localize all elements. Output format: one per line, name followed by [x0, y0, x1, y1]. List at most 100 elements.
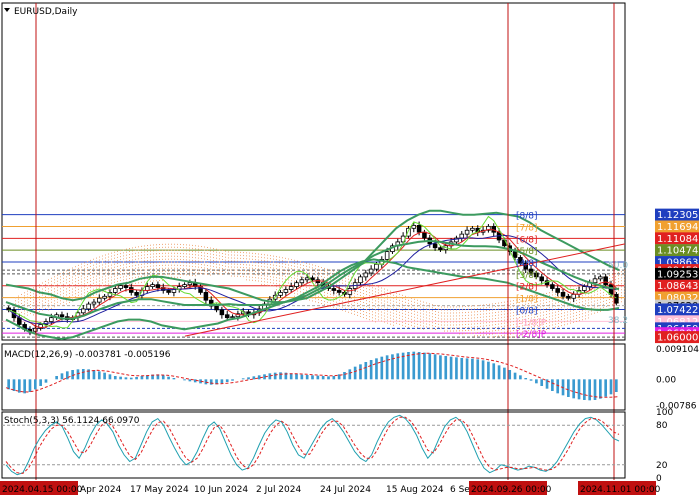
cloud-dot: [486, 331, 487, 333]
cloud-dot: [102, 291, 103, 293]
cloud-dot: [564, 318, 565, 320]
cloud-dot: [372, 302, 373, 304]
cloud-dot: [450, 330, 451, 332]
cloud-dot: [255, 268, 256, 270]
cloud-dot: [150, 259, 151, 261]
cloud-dot: [417, 308, 418, 310]
cloud-dot: [66, 273, 67, 275]
cloud-dot: [420, 321, 421, 323]
cloud-dot: [252, 270, 253, 272]
cloud-dot: [342, 279, 343, 281]
cloud-dot: [144, 248, 145, 250]
cloud-dot: [327, 268, 328, 270]
cloud-dot: [408, 326, 409, 328]
candle-body: [368, 268, 374, 274]
cloud-dot: [246, 279, 247, 281]
cloud-dot: [312, 285, 313, 287]
cloud-dot: [168, 243, 169, 245]
cloud-dot: [171, 258, 172, 260]
cloud-dot: [408, 323, 409, 325]
cloud-dot: [111, 282, 112, 284]
cloud-dot: [396, 301, 397, 303]
candle-body: [118, 285, 123, 289]
candle-body: [166, 290, 171, 293]
cloud-dot: [39, 284, 40, 286]
cloud-dot: [111, 264, 112, 266]
cloud-dot: [408, 314, 409, 316]
cloud-dot: [372, 284, 373, 286]
cloud-dot: [396, 316, 397, 318]
cloud-dot: [51, 283, 52, 285]
cloud-dot: [459, 327, 460, 329]
cloud-dot: [27, 296, 28, 298]
cloud-dot: [600, 304, 601, 306]
cloud-dot: [582, 304, 583, 306]
cloud-dot: [354, 301, 355, 303]
cloud-dot: [435, 313, 436, 315]
cloud-dot: [159, 250, 160, 252]
cloud-dot: [597, 302, 598, 304]
cloud-dot: [201, 258, 202, 260]
cloud-dot: [438, 326, 439, 328]
cloud-dot: [585, 294, 586, 296]
cloud-dot: [270, 285, 271, 287]
cloud-dot: [402, 324, 403, 326]
cloud-dot: [498, 311, 499, 313]
cloud-dot: [459, 315, 460, 317]
candle-body: [187, 282, 193, 286]
cloud-dot: [204, 261, 205, 263]
cloud-dot: [87, 273, 88, 275]
cloud-dot: [234, 269, 235, 271]
cloud-dot: [234, 254, 235, 256]
cloud-dot: [144, 272, 145, 274]
cloud-dot: [54, 303, 55, 305]
cloud-dot: [294, 280, 295, 282]
cloud-dot: [612, 304, 613, 306]
cloud-dot: [63, 274, 64, 276]
cloud-dot: [96, 287, 97, 289]
cloud-dot: [48, 306, 49, 308]
cloud-dot: [408, 308, 409, 310]
cloud-dot: [159, 244, 160, 246]
cloud-dot: [237, 263, 238, 265]
cloud-dot: [540, 306, 541, 308]
cloud-dot: [390, 314, 391, 316]
cloud-dot: [207, 267, 208, 269]
cloud-dot: [27, 290, 28, 292]
cloud-dot: [453, 312, 454, 314]
cloud-dot: [459, 321, 460, 323]
cloud-dot: [540, 315, 541, 317]
cloud-dot: [591, 304, 592, 306]
cloud-dot: [129, 284, 130, 286]
cloud-dot: [492, 333, 493, 335]
cloud-dot: [294, 259, 295, 261]
cloud-dot: [513, 336, 514, 338]
cloud-dot: [192, 250, 193, 252]
cloud-dot: [105, 260, 106, 262]
cloud-dot: [381, 305, 382, 307]
cloud-dot: [474, 326, 475, 328]
cloud-dot: [207, 270, 208, 272]
cloud-dot: [384, 300, 385, 302]
cloud-dot: [492, 309, 493, 311]
cloud-dot: [252, 252, 253, 254]
cloud-dot: [552, 300, 553, 302]
cloud-dot: [258, 259, 259, 261]
cloud-dot: [492, 327, 493, 329]
candle-body: [81, 308, 86, 314]
cloud-dot: [483, 322, 484, 324]
cloud-dot: [510, 336, 511, 338]
cloud-dot: [435, 319, 436, 321]
cloud-dot: [15, 303, 16, 305]
cloud-dot: [327, 295, 328, 297]
cloud-dot: [477, 317, 478, 319]
cloud-dot: [273, 261, 274, 263]
cloud-dot: [288, 261, 289, 263]
cloud-dot: [582, 298, 583, 300]
cloud-dot: [399, 320, 400, 322]
cloud-dot: [264, 263, 265, 265]
cloud-dot: [81, 275, 82, 277]
cloud-dot: [336, 301, 337, 303]
murray-level-label: [7/8]: [516, 223, 538, 233]
cloud-dot: [240, 269, 241, 271]
